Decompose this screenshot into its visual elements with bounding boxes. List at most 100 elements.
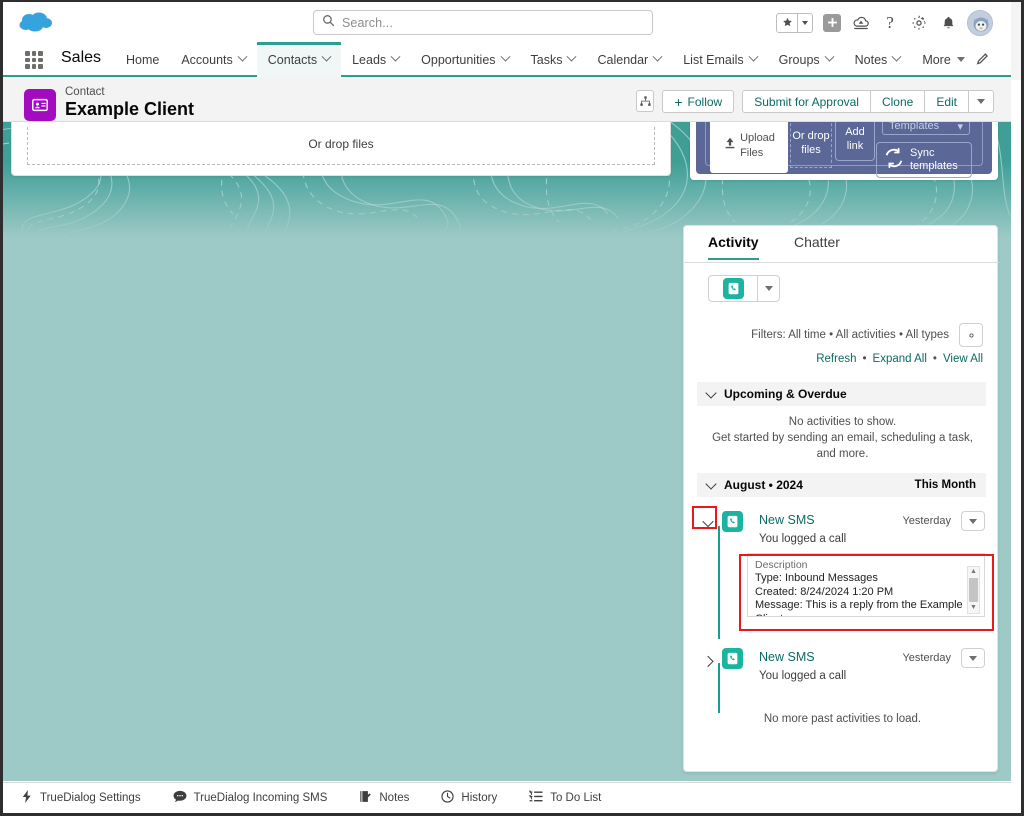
- utility-bar: TrueDialog Settings TrueDialog Incoming …: [3, 782, 1011, 813]
- window-frame-top: [0, 0, 1024, 2]
- refresh-link[interactable]: Refresh: [816, 353, 856, 365]
- section-month-right-label: This Month: [914, 479, 976, 491]
- activity-composer: [708, 275, 780, 302]
- add-link-label: Add link: [845, 126, 865, 152]
- caret-down-icon: [977, 99, 985, 104]
- clone-button[interactable]: Clone: [870, 90, 926, 113]
- scroll-up-arrow[interactable]: ▲: [970, 567, 977, 577]
- sms-phone-icon: [722, 278, 744, 299]
- timeline-description-box[interactable]: Description Type: Inbound Messages Creat…: [747, 553, 985, 617]
- caret-down-icon: [956, 57, 965, 62]
- org-hierarchy-icon[interactable]: [636, 90, 655, 112]
- nav-item-calendar[interactable]: Calendar: [586, 42, 672, 77]
- nav-item-label: Tasks: [530, 52, 563, 67]
- app-name-label[interactable]: Sales: [61, 49, 101, 67]
- log-sms-button[interactable]: [709, 276, 757, 301]
- section-upcoming-overdue[interactable]: Upcoming & Overdue: [697, 382, 986, 406]
- nav-item-notes[interactable]: Notes: [844, 42, 912, 77]
- timeline-expand-chevron-1[interactable]: [702, 515, 714, 529]
- templates-dropzone-label: Or drop files: [792, 129, 830, 156]
- nav-items: Home Accounts Contacts Leads Opportuniti…: [115, 42, 976, 77]
- timeline-item-when-2: Yesterday: [902, 652, 951, 664]
- add-plus-icon[interactable]: [822, 12, 842, 34]
- tab-chatter[interactable]: Chatter: [794, 234, 840, 258]
- nav-item-label: Home: [126, 52, 160, 67]
- global-header-icons: ?: [776, 9, 993, 36]
- utility-item-to-do-list[interactable]: To Do List: [513, 783, 617, 814]
- edit-pencil-icon[interactable]: [975, 51, 993, 69]
- clock-icon: [441, 790, 455, 806]
- plus-icon: +: [674, 93, 683, 110]
- nav-item-label: More: [922, 52, 951, 67]
- utility-item-truedialog-incoming-sms[interactable]: TrueDialog Incoming SMS: [157, 783, 344, 814]
- cloud-setup-icon[interactable]: [851, 12, 871, 34]
- chevron-down-icon: [390, 51, 401, 62]
- favorites-caret-icon[interactable]: [797, 13, 812, 32]
- timeline-expand-chevron-2[interactable]: [702, 654, 714, 668]
- scroll-down-arrow[interactable]: ▼: [970, 603, 977, 613]
- nav-item-label: Groups: [778, 52, 820, 67]
- sms-phone-icon: [722, 648, 743, 669]
- timeline-item-menu-2[interactable]: [961, 648, 985, 668]
- templates-dropzone[interactable]: Or drop files: [790, 118, 832, 168]
- app-launcher-waffle-icon[interactable]: [25, 51, 43, 69]
- settings-gear-icon[interactable]: [909, 12, 929, 34]
- search-placeholder: Search...: [342, 15, 393, 30]
- utility-item-label: History: [461, 792, 498, 804]
- timeline-item-title-2[interactable]: New SMS: [759, 650, 815, 664]
- app-screen: Or drop files Upload Files Or drop files…: [0, 0, 1024, 816]
- avatar[interactable]: [967, 9, 993, 36]
- filter-gear-icon[interactable]: [959, 323, 983, 347]
- composer-caret-button[interactable]: [757, 276, 779, 301]
- nav-item-label: Contacts: [267, 52, 318, 67]
- nav-item-accounts[interactable]: Accounts: [170, 42, 256, 77]
- view-all-link[interactable]: View All: [943, 353, 983, 365]
- utility-item-history[interactable]: History: [425, 783, 513, 814]
- nav-item-leads[interactable]: Leads: [341, 42, 410, 77]
- help-question-icon[interactable]: ?: [880, 12, 900, 34]
- favorites-star-icon[interactable]: [777, 13, 797, 32]
- no-more-activities-text: No more past activities to load.: [763, 713, 922, 725]
- window-frame-left: [0, 0, 3, 816]
- utility-item-label: TrueDialog Incoming SMS: [193, 792, 328, 804]
- expand-all-link[interactable]: Expand All: [873, 353, 927, 365]
- caret-down-icon: [969, 518, 977, 524]
- empty-line-2: Get started by sending an email, schedul…: [712, 432, 973, 460]
- nav-item-label: List Emails: [683, 52, 744, 67]
- salesforce-cloud-logo[interactable]: [16, 10, 56, 36]
- utility-item-notes[interactable]: Notes: [343, 783, 425, 814]
- upload-files-button[interactable]: Upload Files: [710, 118, 788, 173]
- description-scrollbar[interactable]: ▲ ▼: [967, 566, 980, 614]
- timeline-item-subtitle-1: You logged a call: [759, 533, 847, 545]
- nav-item-home[interactable]: Home: [115, 42, 170, 77]
- timeline-item-menu-1[interactable]: [961, 511, 985, 531]
- file-dropzone[interactable]: Or drop files: [27, 127, 655, 165]
- nav-item-label: Notes: [854, 52, 888, 67]
- nav-item-list-emails[interactable]: List Emails: [672, 42, 767, 77]
- timeline-item-subtitle-2: You logged a call: [759, 670, 847, 682]
- follow-button[interactable]: + Follow: [662, 90, 735, 113]
- chevron-down-icon: [824, 51, 835, 62]
- submit-for-approval-button[interactable]: Submit for Approval: [742, 90, 871, 113]
- utility-item-label: TrueDialog Settings: [40, 792, 141, 804]
- utility-item-truedialog-settings[interactable]: TrueDialog Settings: [17, 783, 157, 814]
- nav-item-tasks[interactable]: Tasks: [520, 42, 587, 77]
- nav-item-more[interactable]: More: [911, 42, 975, 77]
- timeline-connector-1: [718, 526, 720, 639]
- record-actions-more-button[interactable]: [969, 90, 994, 113]
- notifications-bell-icon[interactable]: [938, 12, 958, 34]
- sync-templates-button[interactable]: Sync templates: [876, 142, 972, 178]
- nav-item-groups[interactable]: Groups: [768, 42, 844, 77]
- file-dropzone-label: Or drop files: [308, 136, 374, 151]
- tab-activity[interactable]: Activity: [708, 234, 759, 260]
- section-august-2024[interactable]: August • 2024 This Month: [697, 473, 986, 497]
- nav-item-contacts[interactable]: Contacts: [256, 42, 342, 77]
- nav-item-opportunities[interactable]: Opportunities: [410, 42, 519, 77]
- timeline-item-title-1[interactable]: New SMS: [759, 513, 815, 527]
- search-input[interactable]: Search...: [313, 10, 653, 35]
- edit-button[interactable]: Edit: [925, 90, 969, 113]
- timeline-item-when-1: Yesterday: [902, 515, 951, 527]
- scrollbar-thumb[interactable]: [969, 578, 978, 602]
- browser-scrollbar-track[interactable]: [1011, 2, 1021, 80]
- add-link-button[interactable]: Add link: [835, 118, 875, 161]
